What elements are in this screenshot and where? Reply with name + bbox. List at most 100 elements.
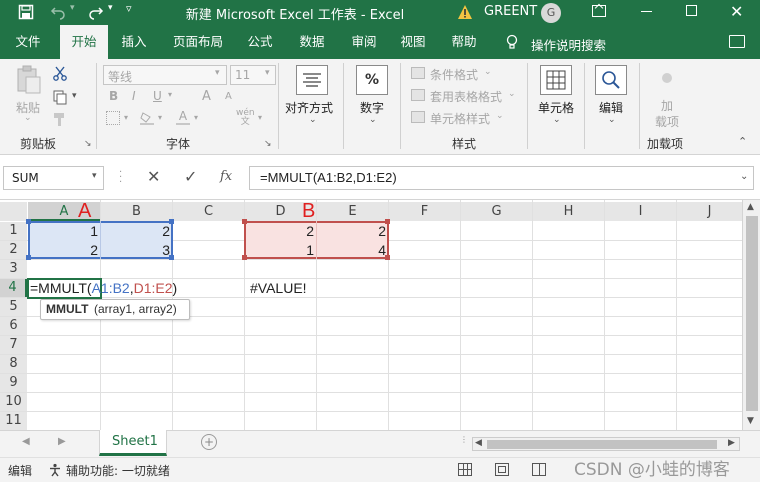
format-painter-icon[interactable] [52, 111, 68, 127]
borders-icon[interactable] [106, 111, 120, 125]
font-launcher-icon[interactable]: ↘ [264, 139, 272, 149]
editing-dropdown-icon[interactable]: ⌄ [608, 115, 616, 125]
cell-styles-button[interactable]: 单元格样式 [430, 110, 490, 127]
redo-dropdown-icon[interactable]: ▾ [108, 3, 113, 13]
conditional-format-icon[interactable] [411, 67, 425, 79]
name-box[interactable]: SUM ▾ [3, 166, 104, 190]
column-header-b[interactable]: B [101, 202, 172, 221]
scroll-up-icon[interactable]: ▲ [747, 202, 754, 212]
tab-insert[interactable]: 插入 [114, 25, 154, 59]
collapse-ribbon-icon[interactable]: ⌃ [738, 135, 747, 148]
bold-button[interactable]: B [109, 89, 118, 103]
cell-styles-icon[interactable] [411, 111, 425, 123]
row-header-1[interactable]: 1 [0, 222, 27, 240]
row-header-7[interactable]: 7 [0, 336, 27, 354]
cells-button[interactable]: 单元格 [538, 99, 574, 116]
borders-dropdown-icon[interactable]: ▾ [124, 113, 128, 122]
cell-d2[interactable]: 1 [245, 242, 314, 258]
underline-dropdown-icon[interactable]: ▾ [168, 90, 172, 99]
tab-view[interactable]: 视图 [393, 25, 433, 59]
close-icon[interactable]: ✕ [730, 2, 743, 21]
column-header-h[interactable]: H [533, 202, 604, 221]
row-header-3[interactable]: 3 [0, 260, 27, 278]
worksheet-grid[interactable]: A B C D E F G H I J 1 2 3 4 5 6 7 8 9 10… [0, 200, 742, 430]
underline-button[interactable]: U [153, 89, 162, 103]
warning-icon[interactable] [457, 4, 473, 20]
column-header-e[interactable]: E [317, 202, 388, 221]
scroll-left-icon[interactable]: ◀ [475, 438, 482, 448]
cell-b1[interactable]: 2 [101, 223, 170, 239]
cells-dropdown-icon[interactable]: ⌄ [553, 115, 561, 125]
row-header-10[interactable]: 10 [0, 393, 27, 411]
cancel-icon[interactable]: ✕ [147, 167, 160, 186]
cell-a2[interactable]: 2 [28, 242, 98, 258]
alignment-dropdown-icon[interactable]: ⌄ [309, 115, 317, 125]
format-as-table-button[interactable]: 套用表格格式 [430, 88, 502, 105]
enter-icon[interactable]: ✓ [184, 167, 197, 186]
next-sheet-icon[interactable]: ▶ [58, 436, 66, 447]
column-header-g[interactable]: G [461, 202, 532, 221]
cut-icon[interactable] [52, 65, 68, 81]
number-format-icon[interactable]: % [356, 65, 388, 95]
cell-e2[interactable]: 4 [317, 242, 386, 258]
column-header-j[interactable]: J [677, 202, 742, 221]
scroll-down-icon[interactable]: ▼ [747, 416, 754, 426]
cell-a4-formula[interactable]: =MMULT(A1:B2,D1:E2) [30, 280, 230, 296]
accessibility-icon[interactable] [48, 463, 62, 477]
customize-quick-access-icon[interactable]: ▿ [126, 2, 132, 15]
previous-sheet-icon[interactable]: ◀ [22, 436, 30, 447]
cell-b2[interactable]: 3 [101, 242, 170, 258]
format-as-table-icon[interactable] [411, 89, 425, 101]
copy-icon[interactable] [52, 89, 68, 105]
row-header-9[interactable]: 9 [0, 374, 27, 392]
cell-styles-dropdown-icon[interactable]: ⌄ [496, 111, 504, 121]
tab-page-layout[interactable]: 页面布局 [166, 25, 230, 59]
phonetic-dropdown-icon[interactable]: ▾ [258, 113, 262, 122]
tab-help[interactable]: 帮助 [444, 25, 484, 59]
addins-button-line1[interactable]: 加 [661, 97, 673, 114]
horizontal-scrollbar[interactable]: ◀ ▶ [472, 437, 740, 451]
font-color-icon[interactable]: A [176, 109, 190, 125]
cell-a1[interactable]: 1 [28, 223, 98, 239]
fill-color-icon[interactable] [140, 111, 154, 125]
paste-icon[interactable] [14, 65, 42, 95]
cell-d4[interactable]: #VALUE! [250, 280, 370, 296]
conditional-format-button[interactable]: 条件格式 [430, 66, 478, 83]
format-as-table-dropdown-icon[interactable]: ⌄ [508, 89, 516, 99]
row-header-4[interactable]: 4 [0, 279, 27, 297]
undo-dropdown-icon[interactable]: ▾ [70, 3, 75, 13]
cell-e1[interactable]: 2 [317, 223, 386, 239]
page-break-view-icon[interactable] [532, 463, 546, 476]
column-header-i[interactable]: I [605, 202, 676, 221]
formula-input[interactable]: =MMULT(A1:B2,D1:E2) ⌄ [249, 166, 754, 190]
maximize-icon[interactable] [686, 5, 697, 16]
addins-button-line2[interactable]: 载项 [655, 113, 679, 130]
italic-button[interactable]: I [132, 89, 136, 103]
tooltip-function-name[interactable]: MMULT [46, 302, 88, 316]
lightbulb-icon[interactable] [505, 34, 519, 50]
comments-icon[interactable] [729, 35, 745, 48]
tab-file[interactable]: 文件 [8, 25, 48, 59]
copy-dropdown-icon[interactable]: ▾ [72, 91, 77, 101]
save-icon[interactable] [18, 4, 34, 20]
paste-dropdown-icon[interactable]: ⌄ [24, 113, 32, 123]
alignment-button[interactable]: 对齐方式 [285, 99, 333, 116]
decrease-font-size-button[interactable]: A [225, 91, 232, 102]
increase-font-size-button[interactable]: A [202, 89, 211, 104]
font-name-select[interactable]: 等线 ▾ [103, 65, 227, 85]
phonetic-icon[interactable]: wén 文 [236, 109, 255, 127]
row-header-6[interactable]: 6 [0, 317, 27, 335]
scroll-right-icon[interactable]: ▶ [728, 438, 735, 448]
font-size-select[interactable]: 11 ▾ [230, 65, 276, 85]
tab-data[interactable]: 数据 [292, 25, 332, 59]
vertical-scrollbar[interactable]: ▲ ▼ [742, 200, 760, 430]
redo-icon[interactable] [88, 4, 104, 20]
scrollbar-thumb[interactable] [746, 216, 758, 411]
chevron-down-icon[interactable]: ▾ [92, 171, 97, 181]
row-header-2[interactable]: 2 [0, 241, 27, 259]
conditional-format-dropdown-icon[interactable]: ⌄ [484, 67, 492, 77]
ribbon-display-options-icon[interactable] [592, 3, 606, 17]
accessibility-status[interactable]: 辅助功能: 一切就绪 [66, 462, 170, 479]
tab-review[interactable]: 审阅 [344, 25, 384, 59]
cells-icon[interactable] [540, 65, 572, 95]
